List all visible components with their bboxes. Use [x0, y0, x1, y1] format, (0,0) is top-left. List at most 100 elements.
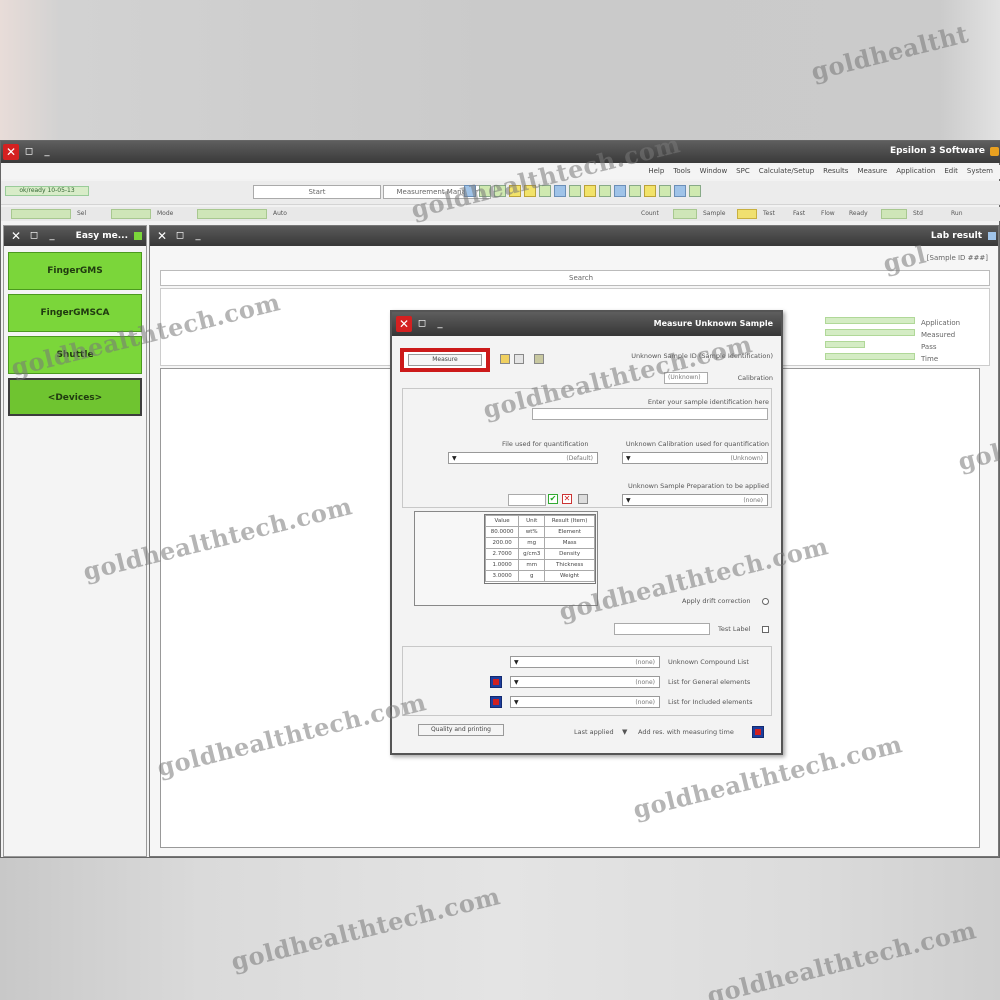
minimize-icon[interactable]: _ — [192, 230, 204, 242]
table-row: Value Unit Result (Item) — [484, 515, 595, 527]
sample-prep-dropdown[interactable]: ▼ (none) — [622, 494, 768, 506]
save-icon[interactable] — [752, 726, 764, 738]
delete-icon[interactable]: ✕ — [562, 494, 572, 504]
minimize-icon[interactable]: _ — [46, 230, 58, 242]
list-edit-icon[interactable] — [490, 696, 502, 708]
table-cell: Weight — [544, 570, 595, 582]
method-button-devices[interactable]: <Devices> — [8, 378, 142, 416]
add-icon[interactable]: ✔ — [548, 494, 558, 504]
sample-desc-input[interactable] — [532, 408, 768, 420]
chevron-down-icon[interactable]: ▼ — [622, 728, 627, 736]
drift-correction-radio[interactable] — [762, 598, 769, 605]
chevron-down-icon: ▼ — [626, 497, 631, 504]
view-label: Last applied — [574, 728, 614, 736]
info-label: Sample — [703, 210, 726, 217]
info-label: Auto — [273, 210, 287, 217]
table-row[interactable]: 2.7000 g/cm3 Density — [484, 548, 595, 560]
unknown-calib-dropdown[interactable]: ▼ (Unknown) — [622, 452, 768, 464]
close-icon[interactable]: ✕ — [156, 230, 168, 242]
menu-item-system[interactable]: System — [967, 167, 993, 175]
list-general-label: List for General elements — [668, 678, 751, 686]
tool-copy-icon[interactable] — [674, 185, 686, 197]
table-row[interactable]: 3.0000 g Weight — [484, 570, 595, 582]
refresh-icon[interactable] — [514, 354, 524, 364]
menu-item-window[interactable]: Window — [700, 167, 728, 175]
left-pane-titlebar: ✕ ◻ _ Easy me... — [4, 226, 146, 246]
minimize-icon[interactable]: _ — [41, 146, 53, 158]
info-box — [737, 209, 757, 219]
menu-item-help[interactable]: Help — [648, 167, 664, 175]
close-icon[interactable]: ✕ — [3, 144, 19, 160]
tool-star-icon[interactable] — [584, 185, 596, 197]
file-label: File used for quantification — [502, 440, 589, 448]
info-label: Run — [951, 210, 963, 217]
field-label: Time — [921, 355, 939, 363]
field-value — [825, 353, 915, 360]
sample-desc-label: Enter your sample identification here — [647, 398, 769, 406]
field-label: Application — [921, 319, 961, 327]
info-box — [197, 209, 267, 219]
restore-icon[interactable]: ◻ — [174, 230, 186, 242]
test-label-input[interactable] — [614, 623, 710, 635]
menu-item-calculate[interactable]: Calculate/Setup — [759, 167, 814, 175]
toolbar-start-field[interactable]: Start — [253, 185, 381, 199]
pane-icon — [988, 232, 996, 240]
tool-zoom-icon[interactable] — [659, 185, 671, 197]
menu-item-results[interactable]: Results — [823, 167, 848, 175]
sample-section — [402, 388, 772, 508]
table-cell: 200.00 — [484, 537, 520, 549]
table-cell: mg — [518, 537, 546, 549]
background-bottom — [0, 858, 1000, 1000]
table-cell: mm — [518, 559, 546, 571]
table-cell: g — [518, 570, 546, 582]
table-row[interactable]: 80.0000 wt% Element — [484, 526, 595, 538]
menu-item-spc[interactable]: SPC — [736, 167, 750, 175]
restore-icon[interactable]: ◻ — [23, 146, 35, 158]
menu-item-tools[interactable]: Tools — [673, 167, 690, 175]
amount-input[interactable] — [508, 494, 546, 506]
info-label: Sel — [77, 210, 87, 217]
tool-check-icon[interactable] — [569, 185, 581, 197]
info-label: Ready — [849, 210, 868, 217]
test-label-checkbox[interactable] — [762, 626, 769, 633]
field-value — [825, 317, 915, 324]
dialog-titlebar: ✕ ◻ _ Measure Unknown Sample — [392, 312, 781, 336]
info-box — [881, 209, 907, 219]
table-cell: Value — [484, 515, 520, 527]
close-icon[interactable]: ✕ — [10, 230, 22, 242]
search-bar[interactable]: Search — [160, 270, 990, 286]
tool-export-icon[interactable] — [629, 185, 641, 197]
table-row[interactable]: 1.0000 mm Thickness — [484, 559, 595, 571]
restore-icon[interactable]: ◻ — [416, 318, 428, 330]
restore-icon[interactable]: ◻ — [28, 230, 40, 242]
table-cell: Result (Item) — [544, 515, 595, 527]
main-titlebar: ✕ ◻ _ Epsilon 3 Software — [1, 141, 1000, 163]
pane-icon — [134, 232, 142, 240]
method-button-fingergms[interactable]: FingerGMS — [8, 252, 142, 290]
list-general-dropdown[interactable]: ▼ (none) — [510, 676, 660, 688]
prep-compound-dropdown[interactable]: ▼ (none) — [510, 656, 660, 668]
file-dropdown[interactable]: ▼ (Default) — [448, 452, 598, 464]
tool-print-icon[interactable] — [644, 185, 656, 197]
quality-printing-button[interactable]: Quality and printing — [418, 724, 504, 736]
chevron-down-icon: ▼ — [514, 679, 519, 686]
tool-graph-icon[interactable] — [614, 185, 626, 197]
measure-button[interactable]: Measure — [408, 354, 482, 366]
grid-icon[interactable] — [578, 494, 588, 504]
list-include-dropdown[interactable]: ▼ (none) — [510, 696, 660, 708]
measure-button-highlight: Measure — [400, 348, 490, 372]
menu-item-edit[interactable]: Edit — [944, 167, 958, 175]
menu-item-application[interactable]: Application — [896, 167, 935, 175]
minimize-icon[interactable]: _ — [434, 318, 446, 330]
tool-info-icon[interactable] — [689, 185, 701, 197]
info-label: Count — [641, 210, 659, 217]
open-icon[interactable] — [534, 354, 544, 364]
table-row[interactable]: 200.00 mg Mass — [484, 537, 595, 549]
close-icon[interactable]: ✕ — [396, 316, 412, 332]
menu-item-measure[interactable]: Measure — [857, 167, 887, 175]
tool-list-icon[interactable] — [599, 185, 611, 197]
table-cell: Thickness — [544, 559, 595, 571]
table-cell: wt% — [518, 526, 546, 538]
note-icon[interactable] — [500, 354, 510, 364]
list-edit-icon[interactable] — [490, 676, 502, 688]
